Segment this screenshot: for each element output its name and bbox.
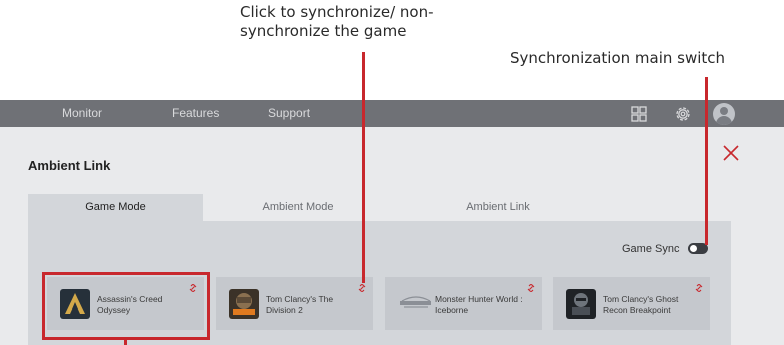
game-name: Tom Clancy's The Division 2 (266, 294, 334, 315)
game-card-ghost-recon[interactable]: Tom Clancy's Ghost Recon Breakpoint (553, 277, 710, 330)
nav-item-features[interactable]: Features (172, 106, 219, 120)
selected-game-highlight (42, 272, 210, 340)
callout-line-sync-game (362, 52, 365, 283)
link-icon[interactable] (526, 283, 536, 293)
link-icon[interactable] (357, 283, 367, 293)
callout-line-main-switch (705, 77, 708, 245)
nav-item-monitor[interactable]: Monitor (62, 106, 102, 120)
game-sync-label: Game Sync (622, 243, 680, 255)
mode-tabs: Game Mode Ambient Mode Ambient Link (28, 194, 731, 221)
user-avatar-icon[interactable] (713, 103, 735, 125)
game-name: Tom Clancy's Ghost Recon Breakpoint (603, 294, 679, 315)
callout-sync-game: Click to synchronize/ non- synchronize t… (240, 3, 434, 41)
nav-item-support[interactable]: Support (268, 106, 310, 120)
gear-icon[interactable] (673, 104, 693, 124)
panel-title: Ambient Link (28, 158, 111, 173)
game-name: Monster Hunter World : Iceborne (435, 294, 523, 315)
callout-sync-game-line2: synchronize the game (240, 22, 407, 40)
avatar-head (720, 107, 728, 115)
grid-icon[interactable] (629, 104, 649, 124)
toggle-knob (690, 245, 697, 252)
division-2-thumbnail (229, 289, 259, 319)
callout-line-selected-game (124, 340, 127, 345)
game-card-division-2[interactable]: Tom Clancy's The Division 2 (216, 277, 373, 330)
link-icon[interactable] (694, 283, 704, 293)
top-navigation-bar: Monitor Features Support (0, 100, 784, 127)
game-card-monster-hunter[interactable]: Monster Hunter World : Iceborne (385, 277, 542, 330)
close-icon[interactable] (722, 144, 740, 162)
ghost-recon-thumbnail (566, 289, 596, 319)
monster-hunter-thumbnail (398, 289, 431, 319)
tab-game-mode[interactable]: Game Mode (28, 194, 203, 221)
callout-main-switch: Synchronization main switch (510, 49, 726, 67)
tab-ambient-link[interactable]: Ambient Link (393, 194, 603, 221)
avatar-body (716, 116, 732, 125)
callout-sync-game-line1: Click to synchronize/ non- (240, 3, 434, 21)
